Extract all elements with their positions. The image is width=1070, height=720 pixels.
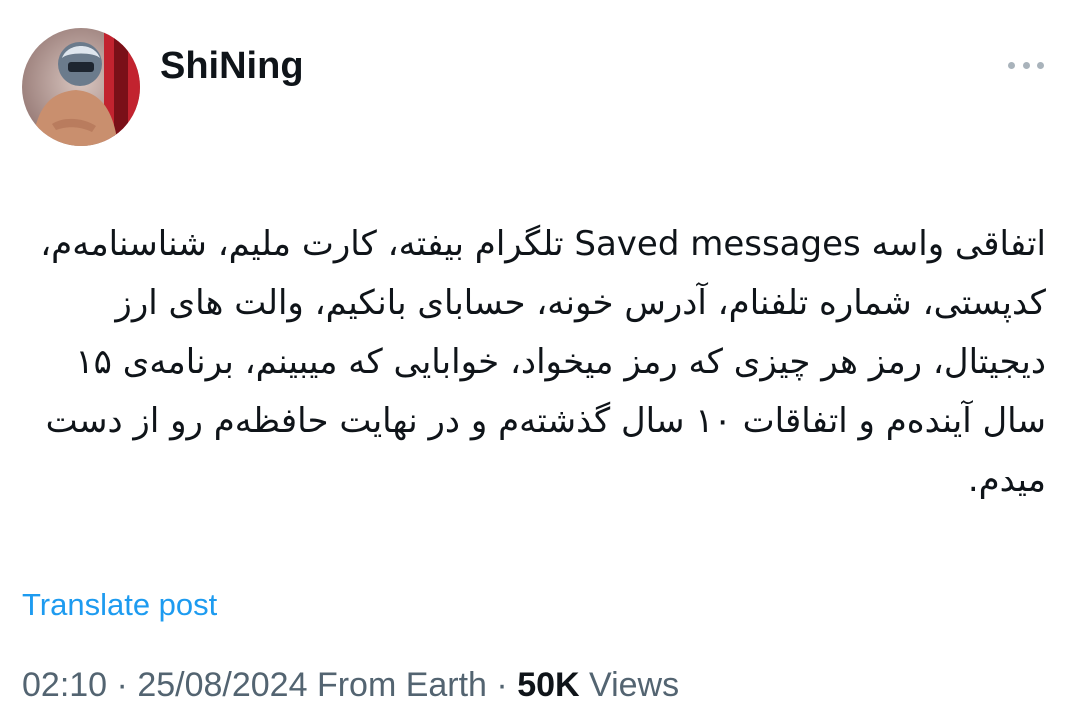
meta-separator: · <box>486 666 518 704</box>
more-dot <box>1022 61 1030 69</box>
avatar[interactable] <box>22 28 140 146</box>
more-horizontal-icon[interactable] <box>1008 58 1044 72</box>
translate-post-link[interactable]: Translate post <box>22 584 217 626</box>
post-text: اتفاقی واسه Saved messages تلگرام بیفته،… <box>40 224 1046 500</box>
post-source: From Earth <box>316 666 487 704</box>
author-display-name[interactable]: ShiNing <box>160 40 304 92</box>
meta-separator: · <box>107 666 138 704</box>
views-count[interactable]: 50K <box>517 666 579 704</box>
more-dot <box>1037 61 1044 69</box>
post-date[interactable]: 25/08/2024 <box>137 666 307 704</box>
more-dot <box>1008 61 1015 69</box>
avatar-image <box>22 28 140 146</box>
post-meta: 02:10 · 25/08/2024 From Earth · 50K View… <box>22 662 679 708</box>
views-label[interactable]: Views <box>589 666 679 704</box>
post-time[interactable]: 02:10 <box>22 666 107 704</box>
